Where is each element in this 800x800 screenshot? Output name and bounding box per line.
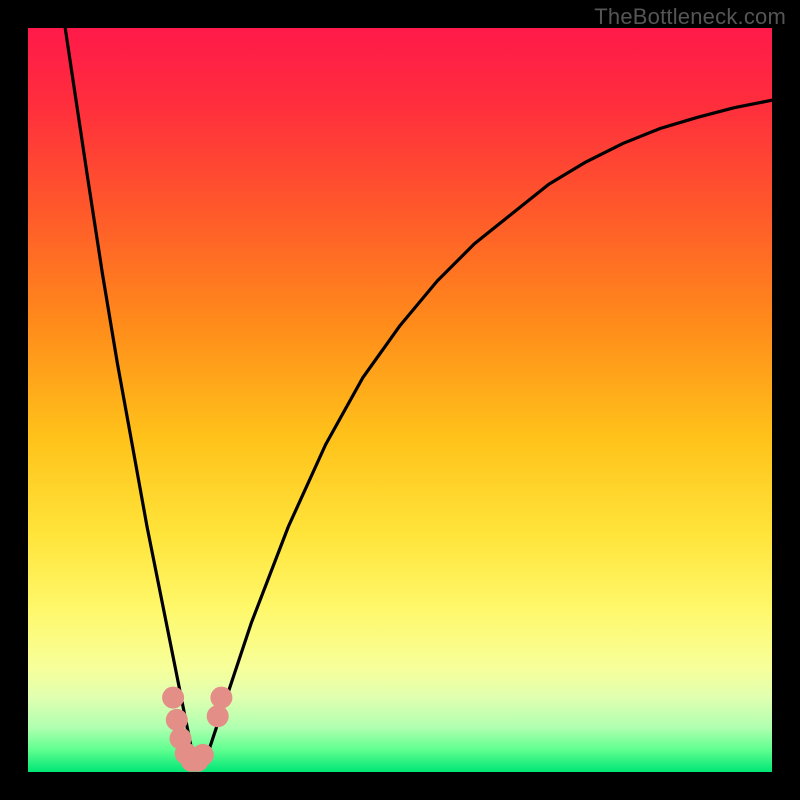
marker-dot xyxy=(207,705,229,727)
watermark-text: TheBottleneck.com xyxy=(594,4,786,30)
chart-svg xyxy=(0,0,800,800)
marker-dot xyxy=(192,744,214,766)
marker-dot xyxy=(166,709,188,731)
plot-background xyxy=(28,28,772,772)
marker-dot xyxy=(162,687,184,709)
chart-frame: TheBottleneck.com xyxy=(0,0,800,800)
marker-dot xyxy=(210,687,232,709)
